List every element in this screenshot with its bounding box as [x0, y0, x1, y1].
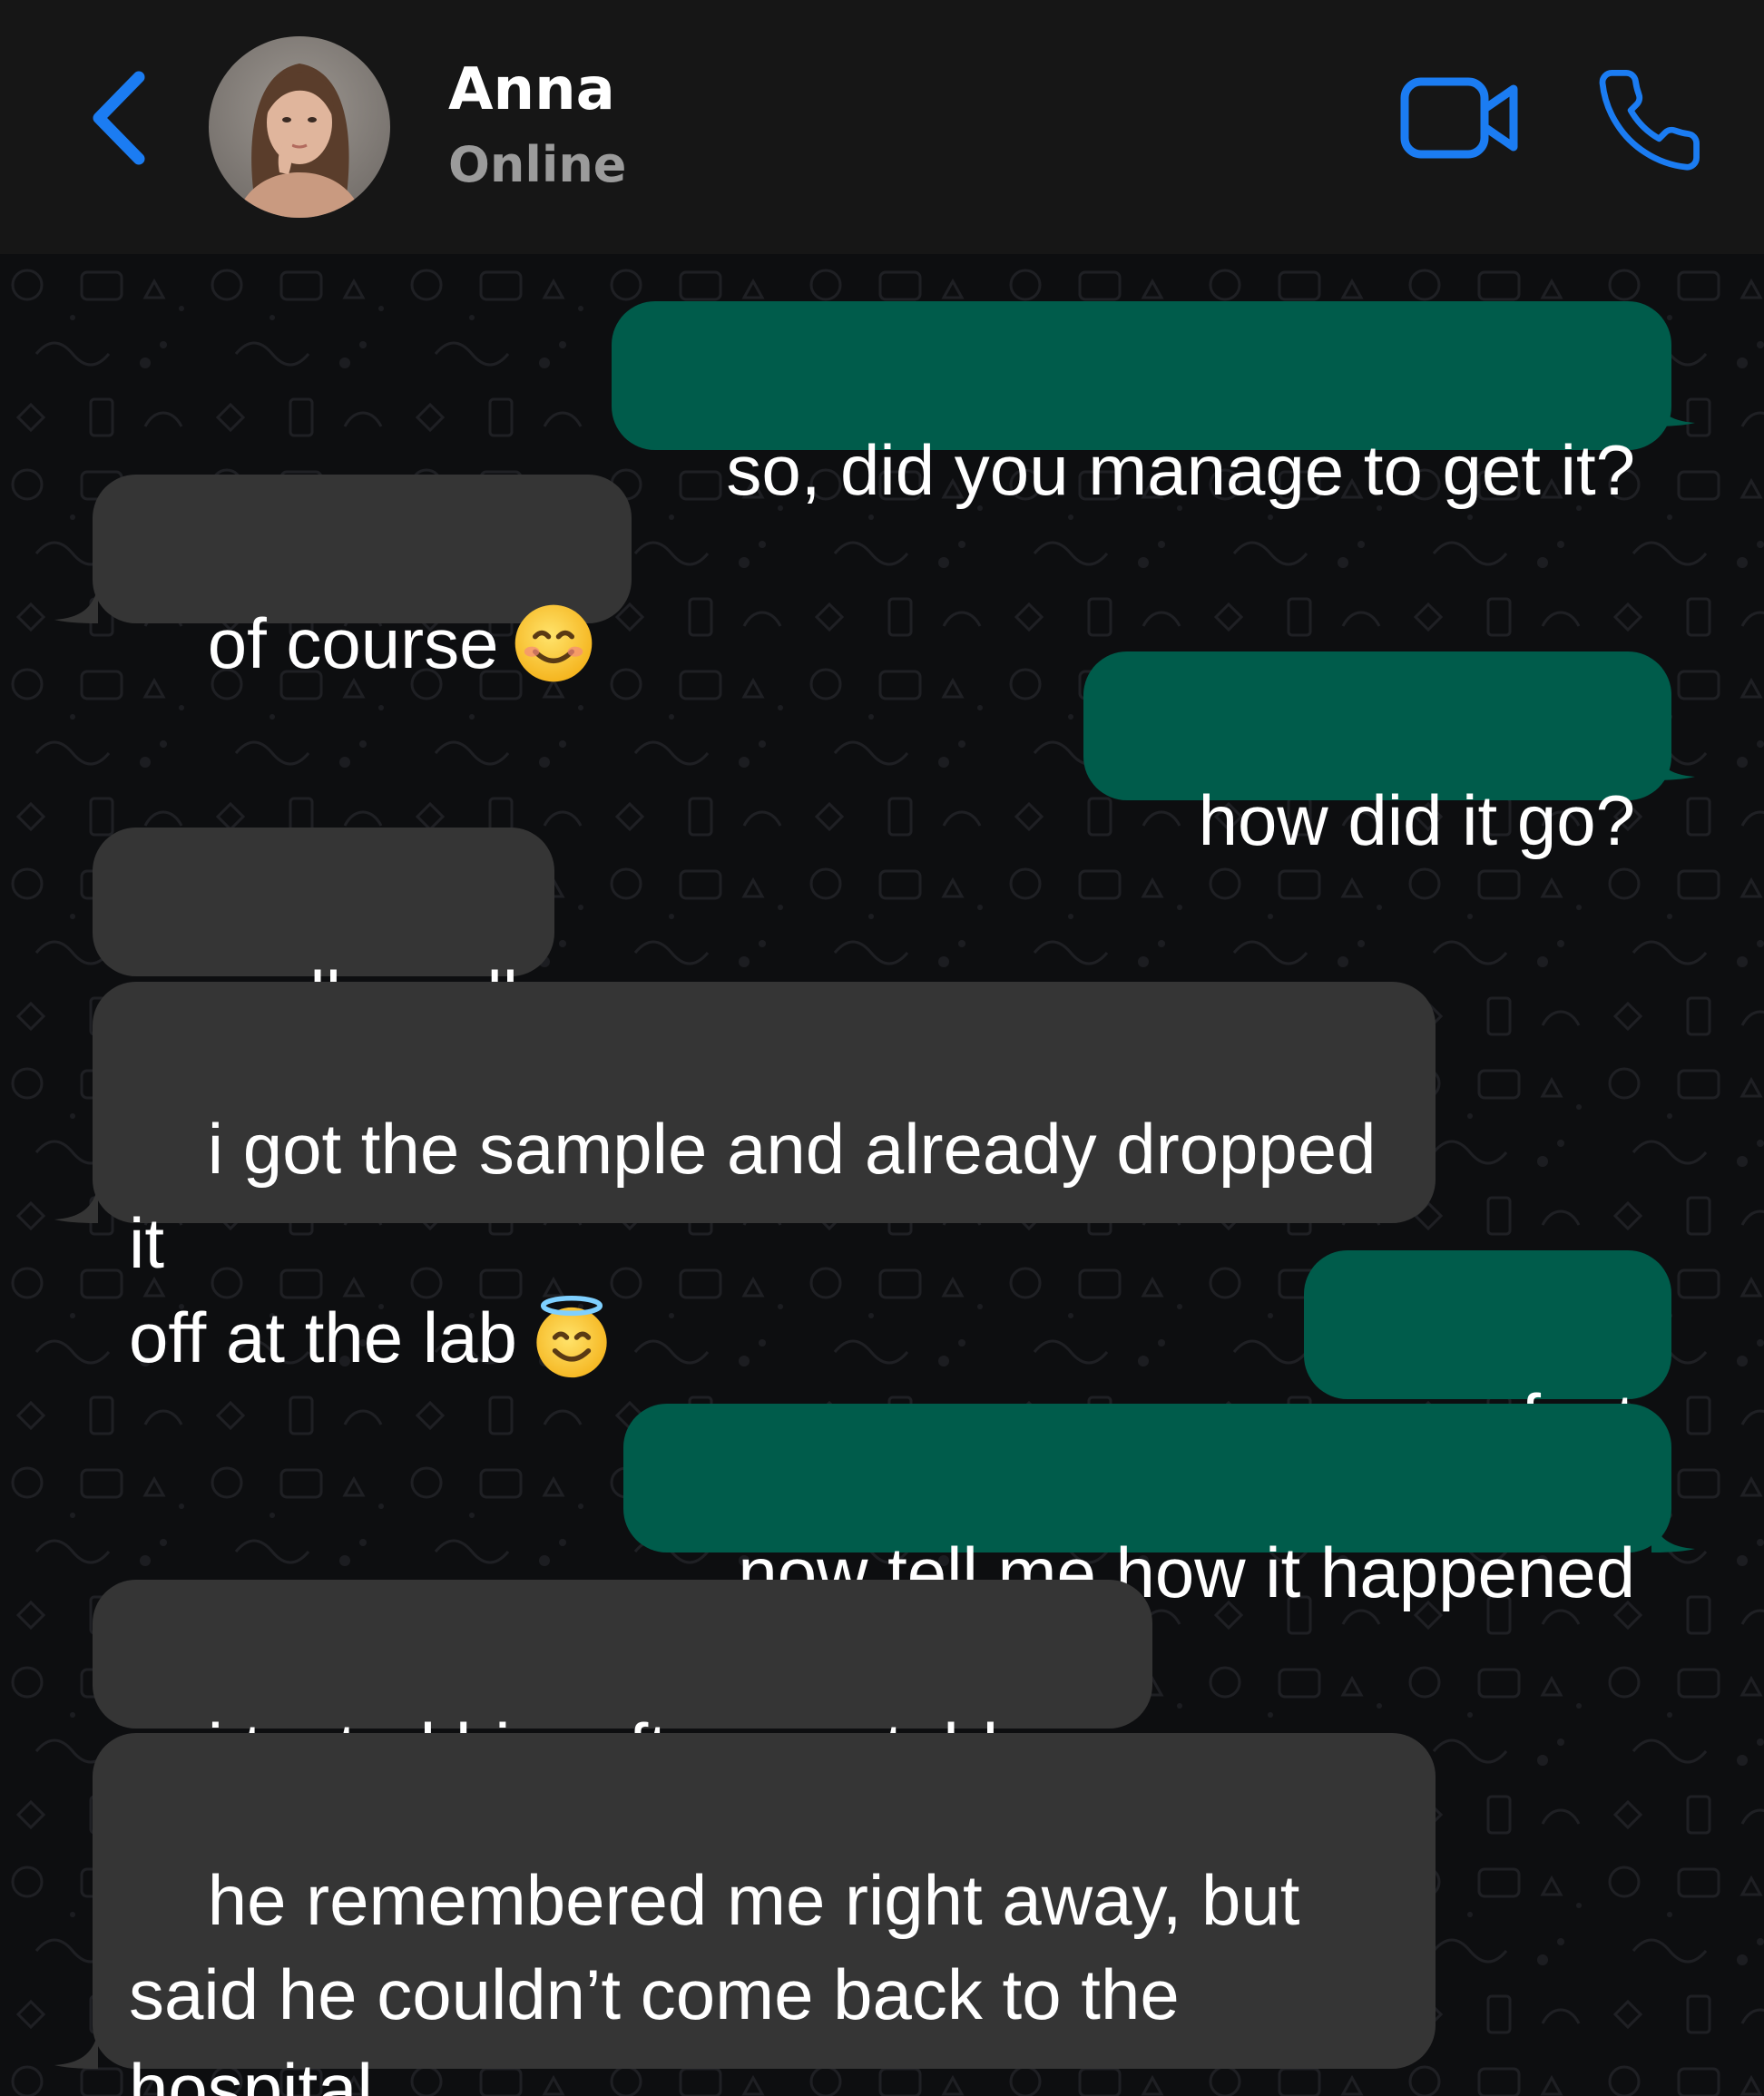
message-bubble-outgoing[interactable]: now tell me how it happened: [622, 1404, 1671, 1612]
bubble-tail: [54, 2032, 98, 2069]
message-text: so, did you manage to get it?: [726, 430, 1635, 510]
contact-status: Online: [448, 136, 627, 193]
bubble-tail: [54, 587, 98, 623]
message-bubble-incoming[interactable]: really well: [93, 828, 555, 1036]
bubble-tail: [1651, 1516, 1695, 1552]
smiling-face-icon: [514, 605, 592, 682]
message-text: how did it go?: [1198, 780, 1635, 860]
message-bubble-incoming[interactable]: he remembered me right away, but said he…: [93, 1733, 1436, 2096]
chat-area[interactable]: so, did you manage to get it? of course …: [0, 254, 1764, 2096]
bubble-tail: [1651, 390, 1695, 426]
bubble-tail: [54, 1187, 98, 1223]
phone-icon: [1599, 70, 1700, 171]
message-text: he remembered me right away, but said he…: [129, 1860, 1300, 2096]
chat-header: Anna Online: [0, 0, 1764, 254]
message-bubble-incoming[interactable]: i texted him after you told me: [93, 1580, 1153, 1788]
message-bubble-outgoing[interactable]: perfect: [1303, 1250, 1671, 1459]
message-bubble-incoming[interactable]: of course: [93, 475, 632, 683]
message-text: of course: [207, 603, 499, 683]
message-bubble-incoming[interactable]: i got the sample and already dropped it …: [93, 982, 1436, 1378]
message-bubble-outgoing[interactable]: how did it go?: [1083, 651, 1671, 860]
smiling-face-with-halo-icon: [536, 1296, 607, 1378]
bubble-tail: [1651, 744, 1695, 780]
chevron-left-icon: [93, 71, 145, 165]
contact-photo: [209, 36, 390, 218]
contact-name: Anna: [448, 56, 615, 123]
message-bubble-outgoing[interactable]: so, did you manage to get it?: [611, 301, 1671, 510]
avatar[interactable]: [209, 36, 390, 218]
back-button[interactable]: [77, 64, 159, 172]
video-camera-icon: [1400, 77, 1518, 159]
video-call-button[interactable]: [1397, 73, 1524, 163]
voice-call-button[interactable]: [1592, 64, 1706, 177]
